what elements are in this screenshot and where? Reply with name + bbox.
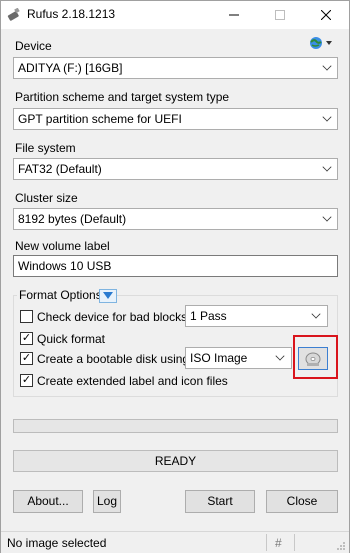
format-options-legend: Format Options <box>17 288 104 302</box>
boot-type-dropdown[interactable]: ISO Image <box>185 347 292 369</box>
bad-blocks-checkbox[interactable] <box>20 310 33 323</box>
globe-language-icon[interactable] <box>307 35 335 51</box>
chevron-down-icon <box>322 61 332 71</box>
bad-blocks-label: Check device for bad blocks <box>37 310 188 324</box>
filesystem-dropdown[interactable]: FAT32 (Default) <box>13 158 338 180</box>
minimize-button[interactable] <box>211 1 257 29</box>
partition-dropdown[interactable]: GPT partition scheme for UEFI <box>13 108 338 130</box>
bootable-checkbox[interactable]: ✓ <box>20 352 33 365</box>
progress-bar <box>13 419 338 433</box>
extended-label-label: Create extended label and icon files <box>37 374 228 388</box>
chevron-down-icon <box>275 351 285 361</box>
title-bar: Rufus 2.18.1213 <box>1 1 349 29</box>
device-dropdown[interactable]: ADITYA (F:) [16GB] <box>13 57 338 79</box>
close-button[interactable]: Close <box>266 490 338 513</box>
about-button[interactable]: About... <box>13 490 83 513</box>
partition-label: Partition scheme and target system type <box>15 90 230 104</box>
status-bar: No image selected # <box>1 531 349 553</box>
advanced-options-toggle[interactable] <box>99 289 117 303</box>
minimize-icon <box>229 14 239 16</box>
filesystem-label: File system <box>15 141 76 155</box>
maximize-button[interactable] <box>257 1 303 29</box>
filesystem-value: FAT32 (Default) <box>18 162 102 176</box>
quick-format-checkbox[interactable]: ✓ <box>20 332 33 345</box>
hash-button[interactable]: # <box>275 536 282 550</box>
status-message: No image selected <box>7 536 107 550</box>
quick-format-label: Quick format <box>37 332 106 346</box>
partition-value: GPT partition scheme for UEFI <box>18 112 182 126</box>
close-icon <box>320 9 332 21</box>
bootable-label: Create a bootable disk using <box>37 352 190 366</box>
rufus-window: Rufus 2.18.1213 Device ADITYA (F:) [16GB… <box>0 0 350 553</box>
highlight-box <box>293 335 338 379</box>
window-title: Rufus 2.18.1213 <box>27 7 116 21</box>
boot-type-value: ISO Image <box>190 351 248 365</box>
status-divider <box>294 534 295 551</box>
extended-label-checkbox[interactable]: ✓ <box>20 374 33 387</box>
status-divider <box>266 534 267 551</box>
chevron-down-icon <box>322 212 332 222</box>
cluster-label: Cluster size <box>15 191 78 205</box>
usb-drive-icon <box>7 8 20 21</box>
cluster-dropdown[interactable]: 8192 bytes (Default) <box>13 208 338 230</box>
passes-value: 1 Pass <box>190 309 227 323</box>
device-label: Device <box>15 39 52 53</box>
volume-label-input[interactable] <box>14 256 337 276</box>
maximize-icon <box>275 10 285 20</box>
chevron-down-icon <box>103 292 113 299</box>
chevron-down-icon <box>311 309 321 319</box>
passes-dropdown[interactable]: 1 Pass <box>185 305 328 327</box>
start-button[interactable]: Start <box>185 490 255 513</box>
chevron-down-icon <box>322 112 332 122</box>
chevron-down-icon <box>322 162 332 172</box>
status-ready: READY <box>13 450 338 472</box>
close-window-button[interactable] <box>303 1 349 29</box>
volume-label-field[interactable] <box>13 255 338 277</box>
volume-label-caption: New volume label <box>15 239 110 253</box>
device-value: ADITYA (F:) [16GB] <box>18 61 123 75</box>
resize-grip-icon[interactable] <box>336 541 346 551</box>
cluster-value: 8192 bytes (Default) <box>18 212 127 226</box>
log-button[interactable]: Log <box>93 490 121 513</box>
